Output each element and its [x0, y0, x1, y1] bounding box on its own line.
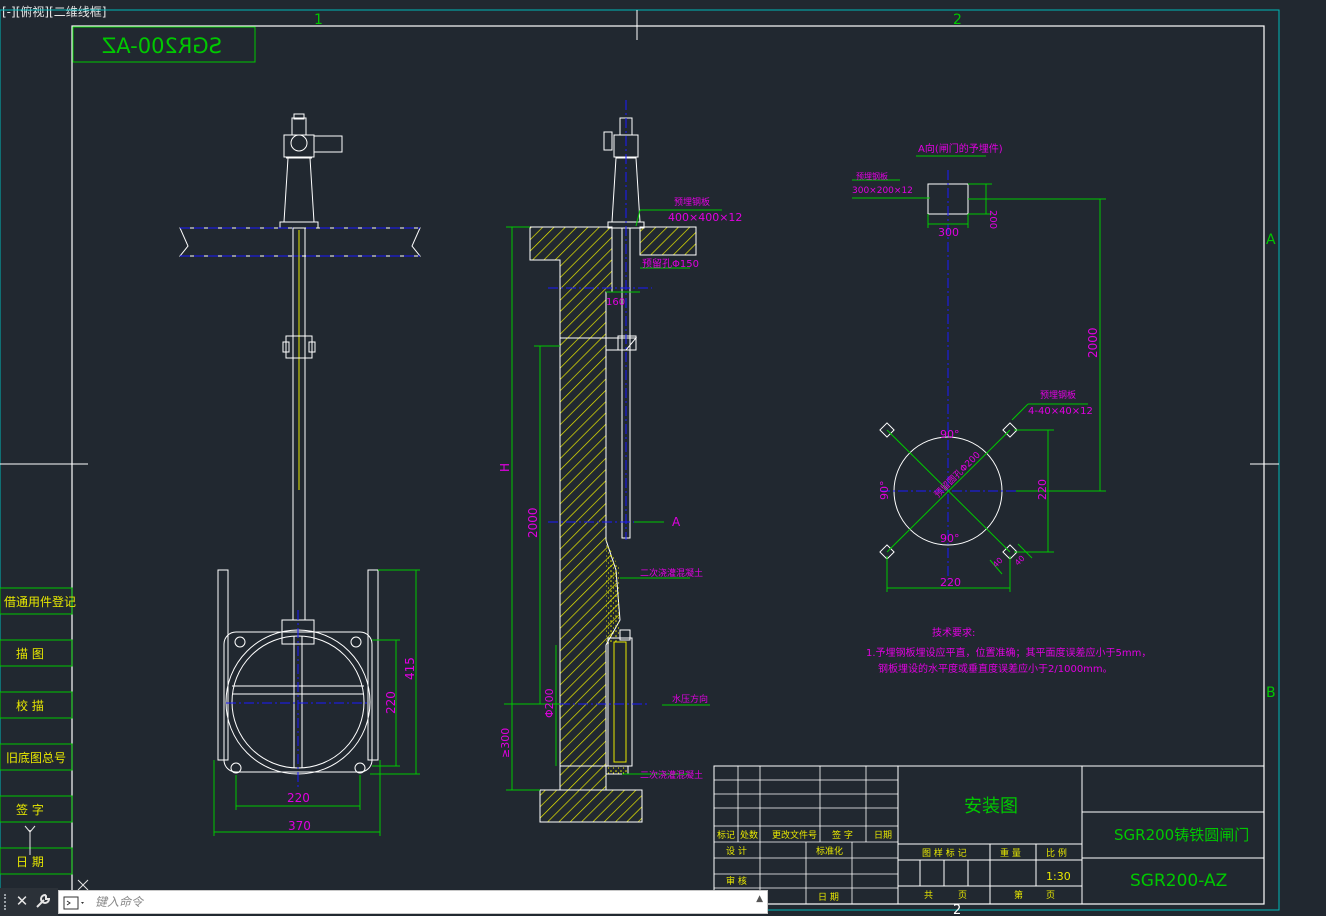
tb-label: 审 核 [726, 875, 747, 887]
view-a-plate-size: 300×200×12 [852, 186, 913, 196]
section-view [504, 100, 722, 823]
tb-label: 标准化 [816, 845, 843, 857]
view-a-angle-bottom: 90° [940, 532, 960, 545]
command-line-bar: ✕ 键入命令 ▲ [0, 888, 770, 916]
view-a-center-label: 预留圆孔Φ200 [932, 449, 983, 500]
grid-row-b: B [1266, 685, 1276, 701]
command-placeholder: 键入命令 [95, 895, 144, 909]
view-a-corner-size: 4-40×40×12 [1028, 406, 1093, 417]
tb-label: 页 [958, 890, 967, 901]
section-dim-160: 160 [606, 297, 625, 308]
view-a-dim-40b: 40 [1013, 554, 1027, 568]
tb-label: 日期 [874, 830, 892, 841]
grip-handle[interactable] [4, 894, 10, 910]
tb-scale: 1:30 [1046, 870, 1071, 883]
tb-label: 签 字 [832, 829, 853, 841]
side-label-column: 借通用件登记 描 图 校 描 旧底图总号 签 字 日 期 [0, 587, 76, 875]
section-arrow-a: A [672, 515, 681, 529]
view-a [852, 155, 1106, 592]
view-a-dim-300: 300 [938, 226, 959, 239]
side-label: 签 字 [16, 802, 44, 817]
section-water-dir: 水压方向 [672, 693, 708, 705]
mirrored-title-box: SGR200-AZ [72, 26, 256, 63]
side-label: 描 图 [16, 647, 44, 661]
tb-label: 更改文件号 [772, 829, 817, 841]
tb-label: 重 量 [1000, 847, 1021, 859]
tb-label: 处数 [740, 829, 758, 841]
section-dim-h: H [498, 463, 512, 472]
side-label: 旧底图总号 [6, 750, 66, 765]
view-a-corner-label: 预埋钢板 [1040, 389, 1076, 401]
tb-code: SGR200-AZ [1130, 871, 1227, 891]
view-a-dim-200: 200 [987, 210, 998, 229]
tech-req-line1: 1.予埋钢板埋设应平直，位置准确；其平面度误差应小于5mm， [866, 646, 1151, 659]
tb-label: 第 [1014, 889, 1023, 901]
section-dim-ge300: ≥300 [499, 728, 512, 758]
view-a-dim-40a: 40 [991, 556, 1005, 570]
grid-col-2: 2 [953, 12, 962, 28]
section-dim-phi200: Φ200 [543, 688, 556, 718]
side-label: 借通用件登记 [4, 594, 76, 609]
wrench-icon[interactable] [34, 892, 52, 910]
tech-req-line2: 钢板埋设的水平度或垂直度误差应小于2/1000mm。 [878, 662, 1113, 675]
side-label: 日 期 [16, 855, 44, 869]
view-a-title: A向(闸门的予埋件) [918, 142, 1003, 155]
section-hole-label: 预留孔Φ150 [642, 257, 699, 270]
drawing-canvas[interactable]: 1 2 A B 2 SGR200-AZ 借通用件登记 描 图 校 描 旧底图总号… [0, 0, 1326, 916]
view-a-plate-label: 预埋钢板 [856, 171, 888, 181]
terminal-icon[interactable] [63, 895, 87, 910]
grid-row-a: A [1266, 232, 1276, 248]
front-dim-370: 370 [288, 819, 311, 833]
chevron-up-icon[interactable]: ▲ [756, 894, 763, 904]
section-plate-size: 400×400×12 [668, 211, 742, 224]
mirrored-title: SGR200-AZ [102, 34, 222, 58]
close-icon[interactable]: ✕ [14, 892, 30, 910]
view-a-angle-left: 90° [878, 481, 891, 501]
view-a-dim-2000: 2000 [1086, 327, 1100, 358]
section-dim-2000: 2000 [526, 507, 540, 538]
tb-label: 共 [924, 890, 933, 901]
section-concrete-top: 二次浇灌混凝土 [640, 567, 703, 579]
view-a-angle-top: 90° [940, 428, 960, 441]
command-line-tools: ✕ [0, 888, 58, 916]
tb-label: 页 [1046, 890, 1055, 901]
view-a-dim-220h: 220 [940, 576, 961, 589]
command-input[interactable]: 键入命令 ▲ [58, 890, 768, 914]
tb-label: 比 例 [1046, 847, 1067, 859]
section-concrete-bottom: 二次浇灌混凝土 [640, 769, 703, 781]
front-view [178, 113, 422, 836]
front-dim-415: 415 [403, 657, 417, 680]
view-a-dim-220v: 220 [1036, 479, 1049, 500]
tb-label: 标记 [717, 829, 735, 841]
grid-col-2-bottom: 2 [953, 903, 961, 916]
front-dim-220v: 220 [384, 691, 398, 714]
side-label: 校 描 [16, 698, 44, 713]
tb-label: 图 样 标 记 [922, 847, 967, 859]
section-plate-label: 预埋钢板 [674, 196, 710, 208]
tb-drawing-name: 安装图 [964, 796, 1018, 817]
tb-label: 设 计 [726, 845, 747, 857]
tb-label: 日 期 [818, 892, 839, 903]
tech-req-title: 技术要求: [932, 626, 975, 639]
tb-product-name: SGR200铸铁圆闸门 [1114, 826, 1249, 844]
grid-col-1: 1 [314, 12, 323, 28]
front-dim-220: 220 [287, 791, 310, 805]
